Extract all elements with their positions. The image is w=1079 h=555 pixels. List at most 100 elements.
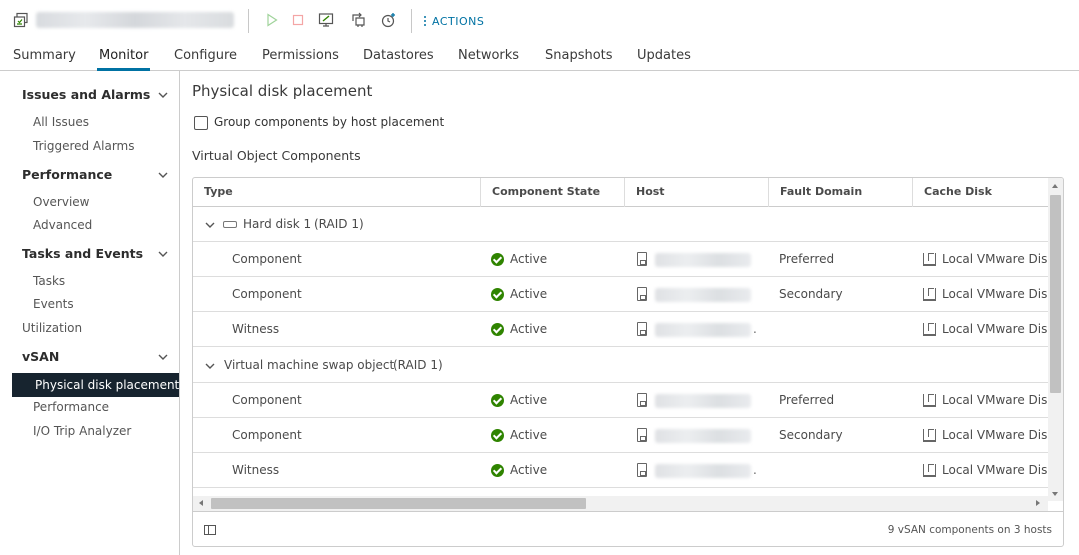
components-datagrid: Type Component State Host Fault Domain C… — [192, 177, 1064, 547]
group-by-host-label[interactable]: Group components by host placement — [214, 115, 444, 129]
host-icon — [637, 252, 647, 266]
cache-disk-icon — [923, 393, 936, 407]
table-row[interactable]: Witness Active . Local VMware Disk — [193, 312, 1054, 347]
check-circle-icon — [491, 322, 504, 336]
column-header-fault-domain[interactable]: Fault Domain — [768, 178, 862, 207]
host-name-ellipsis: . — [753, 463, 757, 477]
cache-disk-cell: Local VMware Disk — [923, 463, 1054, 477]
cache-disk-text: Local VMware Disk — [942, 322, 1055, 336]
type-cell: Component — [232, 428, 302, 442]
status-cell: Active — [491, 252, 547, 266]
cache-disk-cell: Local VMware Disk — [923, 252, 1054, 266]
scroll-left-icon[interactable] — [199, 500, 203, 506]
actions-menu-button[interactable]: ACTIONS — [424, 12, 484, 30]
sidebar-item-triggered-alarms[interactable]: Triggered Alarms — [33, 139, 135, 153]
host-name-redacted[interactable] — [655, 323, 751, 337]
scroll-right-icon[interactable] — [1036, 500, 1040, 506]
tab-permissions[interactable]: Permissions — [262, 48, 339, 63]
group-by-host-checkbox[interactable] — [194, 116, 208, 130]
tab-snapshots[interactable]: Snapshots — [545, 48, 613, 63]
horizontal-scrollbar[interactable] — [193, 496, 1048, 511]
host-name-redacted[interactable] — [655, 253, 751, 267]
sidebar-item-advanced[interactable]: Advanced — [33, 218, 92, 232]
table-row[interactable]: Component Active Secondary Local VMware … — [193, 277, 1054, 312]
type-cell: Witness — [232, 463, 280, 477]
tab-bar: Summary Monitor Configure Permissions Da… — [0, 40, 1079, 71]
toolbar: ACTIONS — [0, 0, 1079, 40]
tab-configure[interactable]: Configure — [174, 48, 237, 63]
sidebar-section-performance[interactable]: Performance — [22, 167, 112, 182]
column-toggle-icon[interactable] — [204, 525, 216, 535]
sidebar-item-io-trip-analyzer[interactable]: I/O Trip Analyzer — [33, 424, 131, 438]
column-header-type[interactable]: Type — [193, 178, 233, 207]
sidebar-item-label: Physical disk placement — [35, 378, 180, 392]
vm-name-redacted — [36, 12, 234, 28]
sidebar-section-issues-and-alarms[interactable]: Issues and Alarms — [22, 87, 150, 102]
tab-networks[interactable]: Networks — [458, 48, 519, 63]
type-cell: Component — [232, 287, 302, 301]
sidebar-item-vsan-performance[interactable]: Performance — [33, 400, 109, 414]
tab-summary[interactable]: Summary — [13, 48, 76, 63]
chevron-down-icon[interactable] — [158, 90, 168, 100]
sidebar-item-events[interactable]: Events — [33, 297, 74, 311]
cache-disk-icon — [923, 428, 936, 442]
power-off-icon[interactable] — [290, 11, 306, 29]
table-row[interactable]: Component Active Preferred Local VMware … — [193, 242, 1054, 277]
check-circle-icon — [491, 463, 504, 477]
sidebar-item-physical-disk-placement[interactable]: Physical disk placement — [12, 373, 179, 397]
host-name-redacted[interactable] — [655, 464, 751, 478]
type-cell: Component — [232, 252, 302, 266]
cache-disk-icon — [923, 322, 936, 336]
table-row[interactable]: Component Active Secondary Local VMware … — [193, 418, 1054, 453]
chevron-down-icon[interactable] — [205, 220, 215, 230]
console-icon[interactable] — [317, 11, 335, 29]
fault-domain-cell: Secondary — [779, 428, 843, 442]
sidebar-item-all-issues[interactable]: All Issues — [33, 115, 89, 129]
host-name-redacted[interactable] — [655, 429, 751, 443]
host-name-redacted[interactable] — [655, 288, 751, 302]
table-row[interactable]: Component Active Preferred Local VMware … — [193, 383, 1054, 418]
cache-disk-text: Local VMware Disk — [942, 393, 1055, 407]
column-header-host[interactable]: Host — [624, 178, 665, 207]
state-text: Active — [510, 393, 548, 407]
tab-monitor[interactable]: Monitor — [96, 48, 151, 71]
column-header-cache-disk[interactable]: Cache Disk — [912, 178, 992, 207]
migrate-icon[interactable] — [349, 11, 367, 29]
chevron-down-icon[interactable] — [158, 170, 168, 180]
cache-disk-text: Local VMware Disk — [942, 287, 1055, 301]
vertical-scrollbar[interactable] — [1048, 178, 1063, 501]
host-name-ellipsis: . — [753, 322, 757, 336]
tab-datastores[interactable]: Datastores — [363, 48, 434, 63]
sidebar: Issues and Alarms All Issues Triggered A… — [0, 71, 180, 555]
type-cell: Witness — [232, 322, 280, 336]
group-row-hard-disk-1[interactable]: Hard disk 1 (RAID 1) — [193, 207, 1048, 242]
power-on-icon[interactable] — [264, 11, 280, 29]
component-count: 9 vSAN components on 3 hosts — [887, 524, 1052, 536]
fault-domain-cell: Secondary — [779, 287, 843, 301]
chevron-down-icon[interactable] — [205, 361, 215, 371]
snapshot-icon[interactable] — [380, 11, 398, 29]
sidebar-section-vsan[interactable]: vSAN — [22, 349, 59, 364]
host-name-redacted[interactable] — [655, 394, 751, 408]
sidebar-item-overview[interactable]: Overview — [33, 195, 90, 209]
chevron-down-icon[interactable] — [158, 249, 168, 259]
chevron-down-icon[interactable] — [158, 352, 168, 362]
sidebar-item-tasks[interactable]: Tasks — [33, 274, 65, 288]
column-header-component-state[interactable]: Component State — [480, 178, 600, 207]
scrollbar-thumb[interactable] — [1050, 195, 1061, 393]
scrollbar-thumb[interactable] — [211, 498, 586, 509]
type-cell: Component — [232, 393, 302, 407]
tab-updates[interactable]: Updates — [637, 48, 691, 63]
scroll-up-icon[interactable] — [1052, 184, 1058, 188]
check-circle-icon — [491, 287, 504, 301]
status-cell: Active — [491, 322, 547, 336]
host-icon — [637, 428, 647, 442]
check-circle-icon — [491, 428, 504, 442]
status-cell: Active — [491, 463, 547, 477]
cache-disk-icon — [923, 252, 936, 266]
table-row[interactable]: Witness Active . Local VMware Disk — [193, 453, 1054, 488]
sidebar-item-utilization[interactable]: Utilization — [22, 321, 82, 335]
sidebar-section-tasks-and-events[interactable]: Tasks and Events — [22, 246, 143, 261]
group-row-swap-object[interactable]: Virtual machine swap object (RAID 1) — [193, 348, 1048, 383]
scroll-down-icon[interactable] — [1052, 492, 1058, 496]
